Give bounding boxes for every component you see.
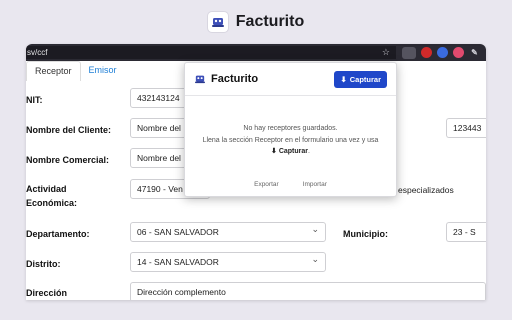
form-tabs: Receptor Emisor [26,61,125,81]
browser-toolbar: sv/ccf ☆ ✎ [26,44,486,61]
direccion-label: Dirección [26,288,68,298]
actividad-label-line1: Actividad [26,184,67,194]
download-arrow-icon: ⬇ [271,148,279,155]
extension-icons: ✎ [396,46,486,59]
promo-header: Facturito [0,0,512,44]
export-link[interactable]: Exportar [254,181,279,188]
distrito-label: Distrito: [26,259,61,269]
nombre-cliente-label: Nombre del Cliente: [26,125,112,135]
telefono-field[interactable]: 123443 [446,118,486,138]
pink-extension-icon[interactable] [453,47,464,58]
direccion-field[interactable]: Dirección complemento [130,282,486,300]
capture-button-label: Capturar [349,74,381,84]
nit-label: NIT: [26,95,43,105]
empty-message-line3-wrap: ⬇ Capturar. [271,148,310,155]
facturito-logo-icon [195,75,205,84]
municipio-label: Municipio: [343,229,388,239]
bookmark-star-icon[interactable]: ☆ [382,46,390,59]
capture-button[interactable]: ⬇ Capturar [334,70,387,88]
blue-extension-icon[interactable] [437,47,448,58]
tab-receptor[interactable]: Receptor [26,61,81,81]
municipio-select[interactable]: 23 - S [446,222,486,242]
download-arrow-icon: ⬇ [340,74,347,84]
facturito-extension-icon[interactable] [402,46,416,59]
nombre-comercial-label: Nombre Comercial: [26,155,110,165]
departamento-select[interactable]: 06 - SAN SALVADOR [130,222,326,242]
url-text: sv/ccf [27,48,48,57]
extension-popup: Facturito ⬇ Capturar No hay receptores g… [184,62,397,197]
distrito-select[interactable]: 14 - SAN SALVADOR [130,252,326,272]
popup-empty-message: No hay receptores guardados. Llena la se… [185,96,396,158]
import-link[interactable]: Importar [303,181,327,188]
empty-message-line2: Llena la sección Receptor en el formular… [202,136,379,144]
eyedropper-icon[interactable]: ✎ [469,47,480,58]
empty-message-line1: No hay receptores guardados. [243,125,338,132]
popup-footer: Exportar Importar [185,181,396,188]
red-extension-icon[interactable] [421,47,432,58]
promo-title: Facturito [235,13,305,30]
departamento-label: Departamento: [26,229,90,239]
popup-header: Facturito ⬇ Capturar [185,63,396,96]
actividad-label-line2: Económica: [26,198,78,208]
facturito-logo-icon [207,12,228,32]
popup-title: Facturito [211,73,259,85]
empty-message-capture: Capturar [278,148,309,155]
popup-brand: Facturito [194,73,258,85]
tab-emisor[interactable]: Emisor [81,61,125,81]
url-bar[interactable]: sv/ccf ☆ [26,46,396,59]
actividad-tail-text: especializados [398,185,454,195]
